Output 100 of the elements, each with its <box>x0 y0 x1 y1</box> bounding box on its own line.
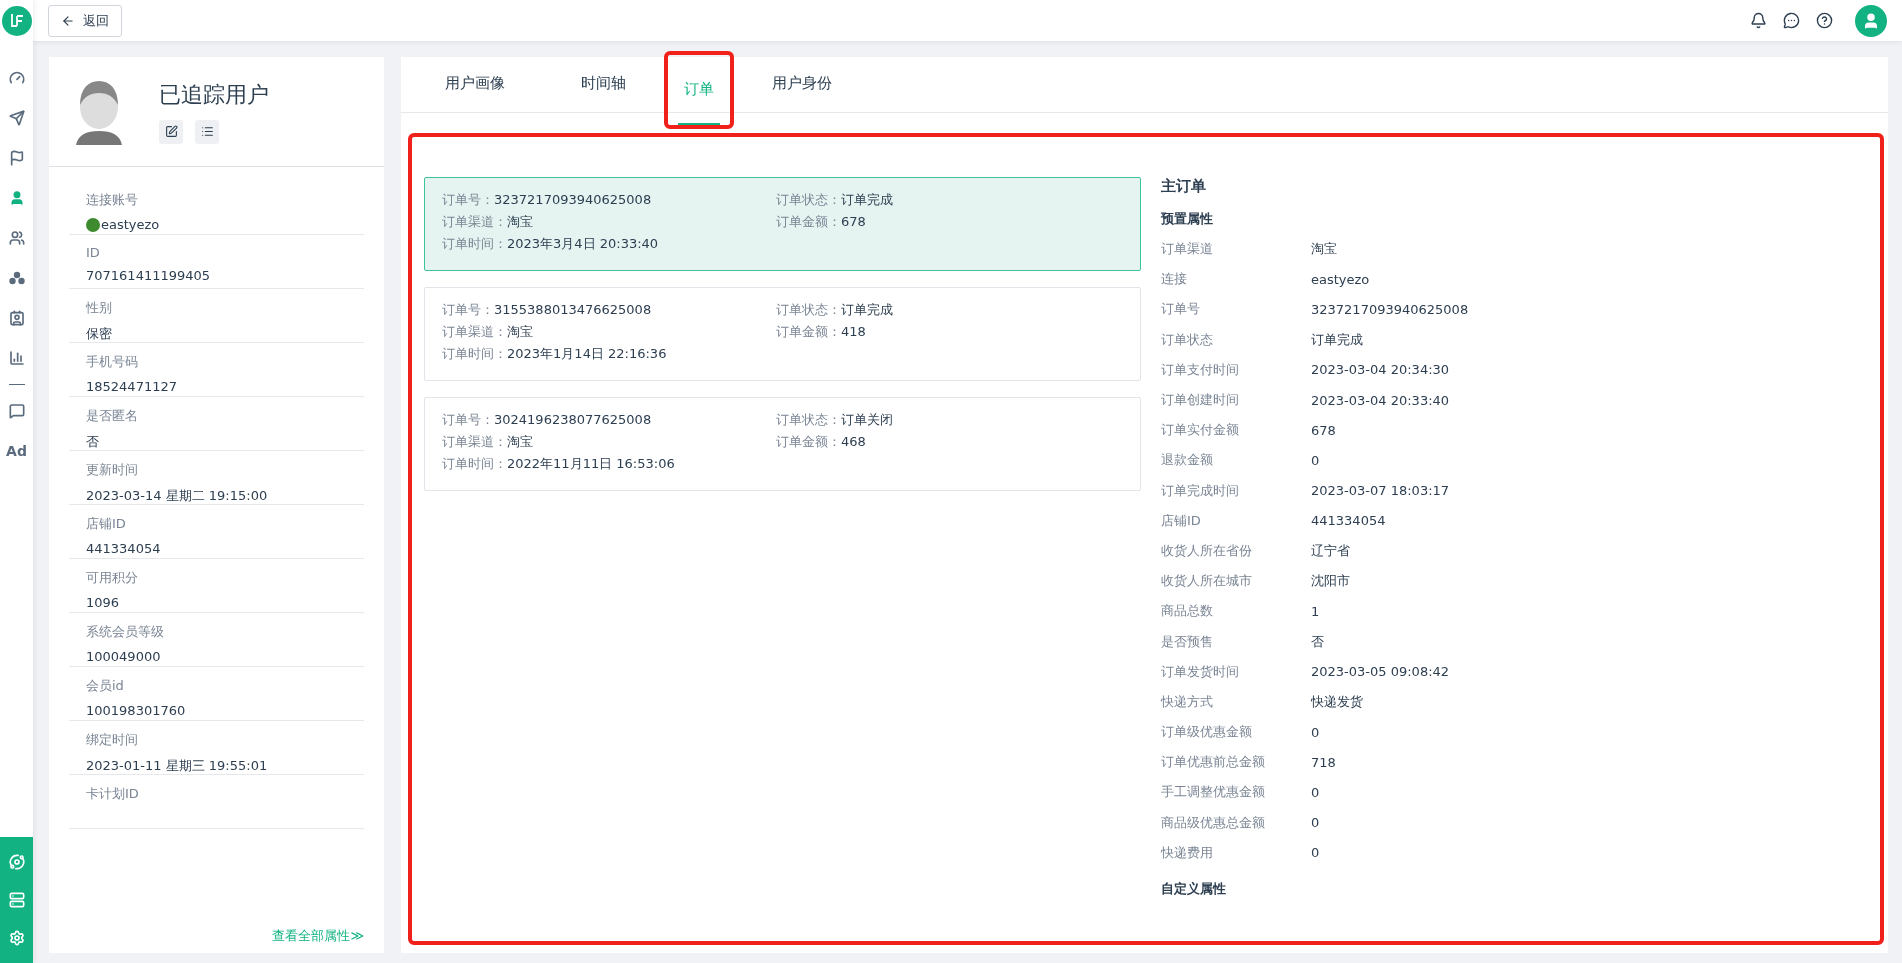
attribute-label: 更新时间 <box>86 461 139 479</box>
field-label: 订单号： <box>442 411 494 428</box>
field-label: 订单状态： <box>776 411 841 428</box>
field-value: 418 <box>841 323 866 340</box>
property-label: 订单完成时间 <box>1161 481 1240 500</box>
list-button[interactable] <box>195 119 219 144</box>
property-label: 订单支付时间 <box>1161 360 1240 379</box>
field-value: 2022年11月11日 16:53:06 <box>507 455 675 472</box>
field-value: 2023年3月4日 20:33:40 <box>507 235 659 252</box>
property-value: 2023-03-05 09:08:42 <box>1311 664 1451 680</box>
property-value: 0 <box>1311 845 1321 861</box>
attribute-value: 100049000 <box>86 649 162 664</box>
list-icon <box>200 125 214 138</box>
field-value: 468 <box>841 433 866 450</box>
property-value: 0 <box>1311 784 1321 800</box>
shop-logo-icon <box>86 217 100 232</box>
property-label: 收货人所在城市 <box>1161 572 1253 591</box>
logo-icon[interactable] <box>1 6 32 36</box>
field-value: 678 <box>841 213 866 230</box>
property-value: 0 <box>1311 724 1321 740</box>
attribute-value: 否 <box>86 433 100 451</box>
field-value: 订单完成 <box>841 191 893 208</box>
property-label: 商品总数 <box>1161 602 1214 621</box>
property-value: 1 <box>1311 603 1321 619</box>
property-value: 0 <box>1311 815 1321 831</box>
property-value: 2023-03-04 20:33:40 <box>1311 392 1451 408</box>
section-heading: 自定义属性 <box>1161 879 1227 898</box>
order-card[interactable]: 订单号：3155388013476625008 订单状态：订单完成 订单渠道：淘宝 订单金额：418 订单时间：2023年1月14日 22:16:36 <box>424 287 1141 381</box>
field-value: 淘宝 <box>507 433 533 450</box>
help-icon[interactable] <box>1816 12 1833 29</box>
property-value: 678 <box>1311 422 1337 438</box>
field-value: 订单完成 <box>841 301 893 318</box>
property-label: 订单发货时间 <box>1161 662 1240 681</box>
user-silhouette-icon <box>74 78 124 145</box>
order-card[interactable]: 订单号：3237217093940625008 订单状态：订单完成 订单渠道：淘宝 订单金额：678 订单时间：2023年3月4日 20:33:40 <box>424 177 1141 271</box>
field-value: 2023年1月14日 22:16:36 <box>507 345 667 362</box>
field-label: 订单金额： <box>776 323 841 340</box>
attribute-label: 可用积分 <box>86 569 139 587</box>
property-label: 手工调整优惠金额 <box>1161 783 1266 802</box>
attribute-value: 2023-03-14 星期二 19:15:00 <box>86 487 269 505</box>
attribute-value: 441334054 <box>86 541 162 556</box>
attribute-value: 1096 <box>86 595 121 610</box>
tab[interactable]: 用户身份 <box>766 57 838 112</box>
field-label: 订单渠道： <box>442 433 507 450</box>
field-label: 订单金额： <box>776 213 841 230</box>
field-value: 3237217093940625008 <box>494 191 652 208</box>
attribute-label: 会员id <box>86 677 125 695</box>
property-label: 收货人所在省份 <box>1161 541 1253 560</box>
field-value: 3155388013476625008 <box>494 301 652 318</box>
attribute-label: 连接账号 <box>86 191 139 209</box>
attribute-label: 卡计划ID <box>86 785 140 803</box>
property-label: 快递方式 <box>1161 692 1214 711</box>
property-label: 退款金额 <box>1161 451 1214 470</box>
attribute-value: 2023-01-11 星期三 19:55:01 <box>86 757 269 775</box>
property-value: 3237217093940625008 <box>1311 301 1470 317</box>
attribute-value: eastyezo <box>101 217 160 232</box>
chat-icon[interactable] <box>1783 12 1800 29</box>
property-value: 441334054 <box>1311 513 1387 529</box>
tab[interactable]: 用户画像 <box>439 57 511 112</box>
field-label: 订单号： <box>442 301 494 318</box>
field-label: 订单渠道： <box>442 213 507 230</box>
attribute-value: 保密 <box>86 325 113 343</box>
field-label: 订单时间： <box>442 345 507 362</box>
back-button[interactable]: 返回 <box>48 4 122 37</box>
field-value: 3024196238077625008 <box>494 411 652 428</box>
property-label: 订单创建时间 <box>1161 391 1240 410</box>
edit-button[interactable] <box>159 119 183 144</box>
profile-title: 已追踪用户 <box>159 80 269 109</box>
property-label: 连接 <box>1161 270 1188 289</box>
property-value: 订单完成 <box>1311 330 1364 349</box>
attribute-label: 系统会员等级 <box>86 623 165 641</box>
ad-nav-item[interactable]: Ad <box>5 440 28 462</box>
property-value: 0 <box>1311 452 1321 468</box>
property-label: 是否预售 <box>1161 632 1214 651</box>
bell-icon[interactable] <box>1750 12 1767 29</box>
field-label: 订单状态： <box>776 191 841 208</box>
property-label: 订单状态 <box>1161 330 1214 349</box>
attribute-value: 100198301760 <box>86 703 187 718</box>
tab[interactable]: 时间轴 <box>575 57 632 112</box>
attribute-label: 绑定时间 <box>86 731 139 749</box>
field-value: 淘宝 <box>507 323 533 340</box>
avatar[interactable] <box>1855 4 1887 37</box>
property-value: 辽宁省 <box>1311 541 1351 560</box>
property-label: 订单优惠前总金额 <box>1161 753 1266 772</box>
field-label: 订单号： <box>442 191 494 208</box>
property-value: 淘宝 <box>1311 240 1338 259</box>
field-label: 订单时间： <box>442 235 507 252</box>
attribute-label: 是否匿名 <box>86 407 139 425</box>
property-label: 商品级优惠总金额 <box>1161 813 1266 832</box>
order-card[interactable]: 订单号：3024196238077625008 订单状态：订单关闭 订单渠道：淘宝 订单金额：468 订单时间：2022年11月11日 16:53:06 <box>424 397 1141 491</box>
property-label: 快递费用 <box>1161 843 1214 862</box>
field-label: 订单状态： <box>776 301 841 318</box>
detail-title: 主订单 <box>1161 177 1207 196</box>
field-label: 订单时间： <box>442 455 507 472</box>
section-heading: 预置属性 <box>1161 210 1214 228</box>
property-value: 2023-03-07 18:03:17 <box>1311 483 1451 499</box>
property-label: 订单级优惠金额 <box>1161 723 1253 742</box>
attribute-label: ID <box>86 245 101 260</box>
property-value: 2023-03-04 20:34:30 <box>1311 362 1451 378</box>
attribute-label: 手机号码 <box>86 353 139 371</box>
